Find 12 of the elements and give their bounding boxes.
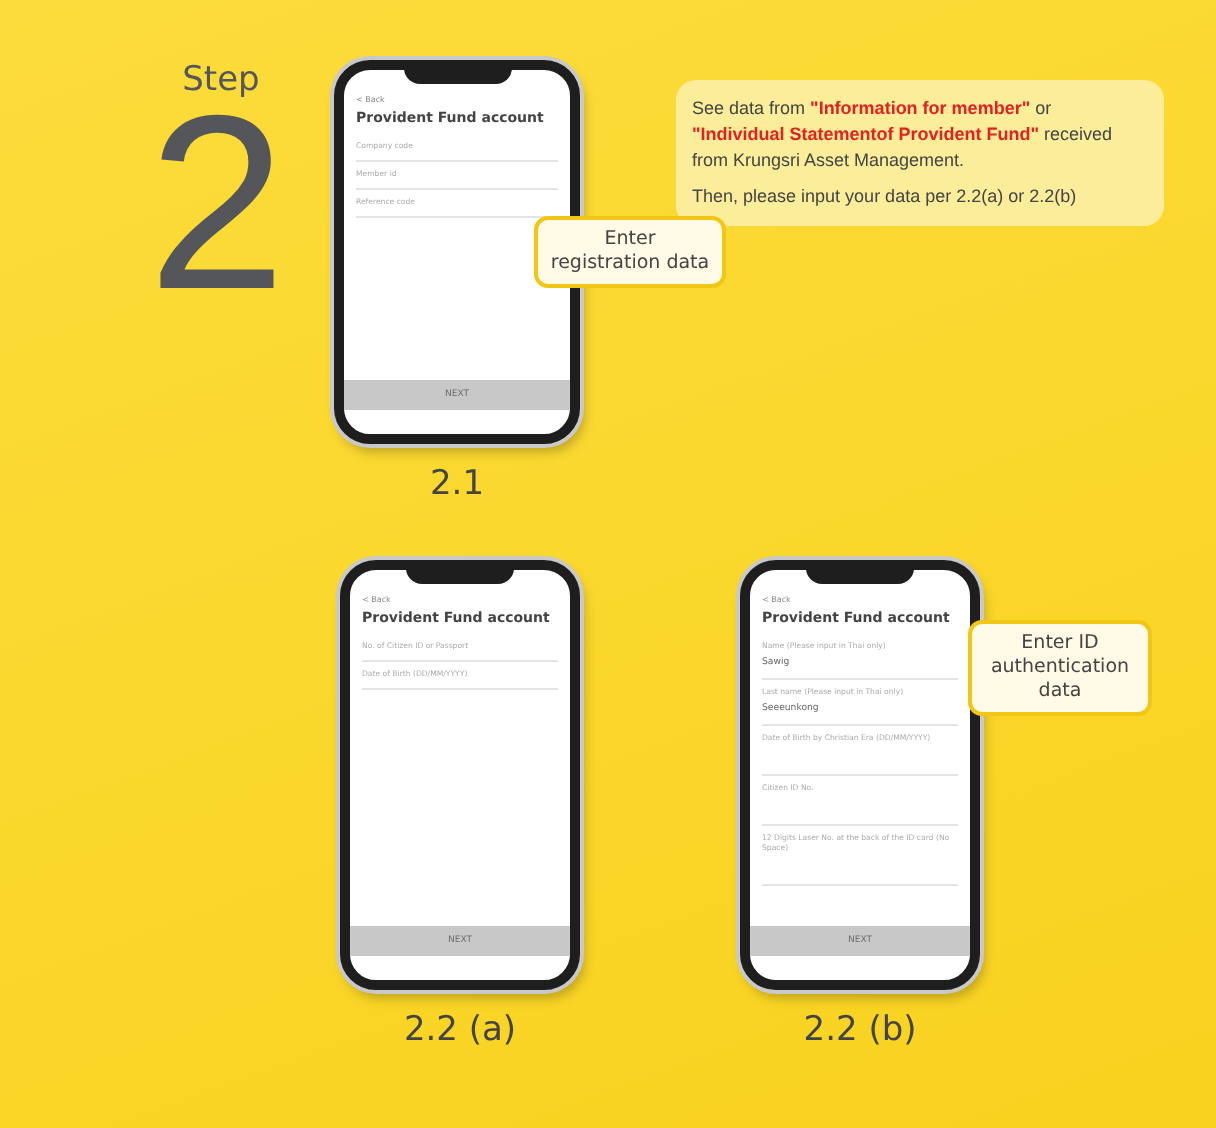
phone-notch <box>406 570 514 584</box>
step-word: Step <box>182 60 260 100</box>
phone-notch <box>403 70 511 84</box>
speech-bubble: Enter registration data <box>534 216 726 288</box>
note-instruction: Then, please input your data per 2.2(a) or 2.2(b) <box>692 184 1079 211</box>
step-label: 2.2 (b) <box>803 1010 917 1050</box>
note-text: See data from "Information for member" or "Individual Statementof Provident Fund" received from Krungsri Asset Management. <box>692 96 1115 175</box>
step-label: 2.1 <box>429 464 485 504</box>
step-label: 2.2 (a) <box>403 1010 517 1050</box>
step-number: 2 <box>148 100 286 311</box>
speech-bubble: Enter ID authentication data <box>968 620 1152 716</box>
phone-notch <box>806 570 914 584</box>
